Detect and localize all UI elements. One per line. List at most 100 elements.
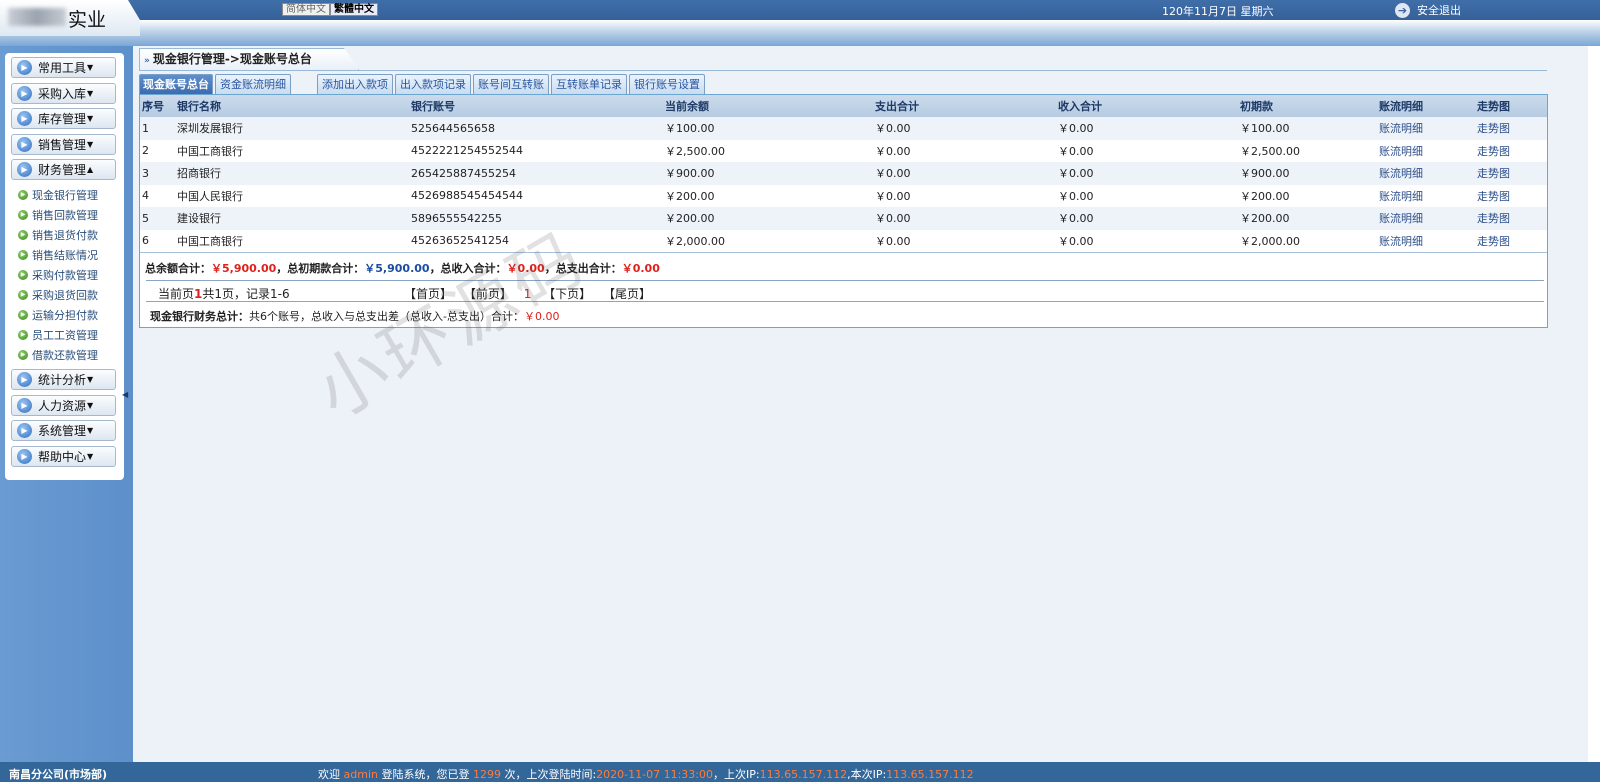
- header-band: [0, 20, 1600, 46]
- cell-account-number: 45263652541254: [409, 229, 663, 252]
- play-icon: ▶: [18, 310, 28, 321]
- table-row: 2 中国工商银行 4522221254552544 ￥2,500.00 ￥0.0…: [140, 139, 1547, 162]
- menu-sales[interactable]: ▶ 销售管理 ▼: [11, 133, 116, 155]
- sidebar: ▶ 常用工具 ▼ ▶ 采购入库 ▼ ▶ 库存管理 ▼ ▶ 销售管理 ▼ ▶ 财务管理 ▲ …: [5, 53, 124, 480]
- summary-value: ￥0.00: [523, 310, 560, 323]
- cell-initial-amount: ￥100.00: [1238, 117, 1377, 140]
- submenu-loans[interactable]: ▶ 借款还款管理: [18, 345, 118, 365]
- submenu-label: 运输分担付款: [32, 309, 98, 323]
- menu-hr[interactable]: ▶ 人力资源 ▼: [11, 394, 116, 416]
- next-page-link[interactable]: 【下页】: [543, 287, 591, 301]
- page-info: 当前页1共1页，记录1-6: [158, 285, 290, 302]
- submenu-purchase-payment[interactable]: ▶ 采购付款管理: [18, 265, 118, 285]
- caret-up-icon: ▲: [87, 165, 94, 174]
- welcome-text: 欢迎: [318, 768, 344, 781]
- play-icon: ▶: [17, 423, 32, 439]
- caret-down-icon: ▼: [87, 88, 94, 98]
- submenu-payroll[interactable]: ▶ 员工工资管理: [18, 325, 118, 345]
- tab-add-entry[interactable]: 添加出入款项: [317, 74, 393, 94]
- submenu-label: 销售结账情况: [32, 248, 98, 262]
- arrow-right-icon: ➔: [1395, 2, 1410, 18]
- trend-chart-link[interactable]: 走势图: [1475, 139, 1547, 162]
- cell-account-number: 525644565658: [409, 117, 663, 140]
- tab-entry-records[interactable]: 出入款项记录: [395, 74, 471, 94]
- trend-chart-link[interactable]: 走势图: [1475, 229, 1547, 252]
- tab-inter-account-transfer[interactable]: 账号间互转账: [473, 74, 549, 94]
- cell-account-number: 4526988545454544: [409, 184, 663, 207]
- menu-system[interactable]: ▶ 系统管理 ▼: [11, 420, 116, 442]
- first-page-link[interactable]: 【首页】: [404, 287, 452, 301]
- cell-bank-name: 建设银行: [175, 207, 409, 230]
- menu-label: 采购入库: [38, 86, 87, 101]
- submenu-sales-refund[interactable]: ▶ 销售退货付款: [18, 225, 118, 245]
- cell-current-balance: ￥2,500.00: [663, 139, 873, 162]
- flow-detail-link[interactable]: 账流明细: [1377, 229, 1475, 252]
- menu-label: 人力资源: [38, 398, 87, 413]
- submenu-sales-settlement[interactable]: ▶ 销售结账情况: [18, 245, 118, 265]
- table-row: 3 招商银行 265425887455254 ￥900.00 ￥0.00 ￥0.…: [140, 162, 1547, 185]
- sidebar-collapse-icon[interactable]: ◀: [122, 390, 128, 399]
- current-ip-label: ,本次IP:: [847, 768, 887, 781]
- play-icon: ▶: [18, 330, 28, 341]
- logout-button[interactable]: ➔ 安全退出: [1395, 2, 1461, 18]
- last-login-label: 次，上次登陆时间:: [500, 768, 597, 781]
- prev-page-link[interactable]: 【前页】: [464, 287, 512, 301]
- flow-detail-link[interactable]: 账流明细: [1377, 184, 1475, 207]
- menu-inventory[interactable]: ▶ 库存管理 ▼: [11, 108, 116, 129]
- submenu-sales-collection[interactable]: ▶ 销售回款管理: [18, 205, 118, 225]
- caret-down-icon: ▼: [87, 426, 94, 436]
- play-icon: ▶: [17, 372, 32, 388]
- trend-chart-link[interactable]: 走势图: [1475, 207, 1547, 230]
- play-icon: ▶: [17, 85, 32, 101]
- tab-transfer-records[interactable]: 互转账单记录: [551, 74, 627, 94]
- trend-chart-link[interactable]: 走势图: [1475, 184, 1547, 207]
- menu-help[interactable]: ▶ 帮助中心 ▼: [11, 445, 116, 467]
- summary-label: 现金银行财务总计：: [150, 310, 249, 323]
- accounts-panel: 序号 银行名称 银行账号 当前余额 支出合计 收入合计 初期款 账流明细 走势图…: [139, 94, 1548, 328]
- cell-account-number: 265425887455254: [409, 162, 663, 185]
- lang-simplified-button[interactable]: 简体中文: [282, 3, 330, 16]
- flow-detail-link[interactable]: 账流明细: [1377, 117, 1475, 140]
- cell-index: 5: [140, 207, 175, 230]
- submenu-purchase-return[interactable]: ▶ 采购退货回款: [18, 285, 118, 305]
- tab-cash-account-overview[interactable]: 现金账号总台: [139, 74, 213, 94]
- caret-down-icon: ▼: [87, 451, 94, 461]
- flow-detail-link[interactable]: 账流明细: [1377, 139, 1475, 162]
- tab-fund-flow-detail[interactable]: 资金账流明细: [215, 74, 291, 94]
- submenu-cash-bank[interactable]: ▶ 现金银行管理: [18, 185, 118, 205]
- submenu-transport-payment[interactable]: ▶ 运输分担付款: [18, 305, 118, 325]
- menu-purchase[interactable]: ▶ 采购入库 ▼: [11, 82, 116, 104]
- lang-traditional-button[interactable]: 繁體中文: [330, 3, 378, 16]
- login-text: 登陆系统，您已登: [377, 768, 473, 781]
- trend-chart-link[interactable]: 走势图: [1475, 117, 1547, 140]
- menu-common-tools[interactable]: ▶ 常用工具 ▼: [11, 57, 116, 78]
- divider: [139, 70, 1547, 71]
- play-icon: ▶: [18, 209, 28, 220]
- last-ip: 113.65.157.112: [759, 768, 848, 781]
- menu-label: 库存管理: [38, 112, 87, 126]
- col-header-account-number: 银行账号: [409, 95, 663, 117]
- menu-finance[interactable]: ▶ 财务管理 ▲: [11, 159, 116, 180]
- total-expense-value: ￥0.00: [621, 262, 660, 275]
- play-icon: ▶: [17, 162, 32, 177]
- page-number-link[interactable]: 1: [524, 287, 532, 301]
- tab-bank-account-settings[interactable]: 银行账号设置: [629, 74, 705, 94]
- cell-bank-name: 招商银行: [175, 162, 409, 185]
- trend-chart-link[interactable]: 走势图: [1475, 162, 1547, 185]
- total-balance-value: ￥5,900.00: [211, 262, 277, 275]
- cell-index: 2: [140, 139, 175, 162]
- menu-statistics[interactable]: ▶ 统计分析 ▼: [11, 369, 116, 391]
- col-header-index: 序号: [140, 95, 175, 117]
- cell-income-total: ￥0.00: [1056, 229, 1238, 252]
- flow-detail-link[interactable]: 账流明细: [1377, 162, 1475, 185]
- login-count: 1299: [472, 768, 501, 781]
- col-header-bank-name: 银行名称: [175, 95, 409, 117]
- flow-detail-link[interactable]: 账流明细: [1377, 207, 1475, 230]
- page-links: 【首页】 【前页】 1 【下页】 【尾页】: [404, 285, 659, 302]
- summary-text: 共6个账号，总收入与总支出差（总收入-总支出）合计：: [249, 310, 524, 323]
- last-page-link[interactable]: 【尾页】: [603, 287, 651, 301]
- cell-current-balance: ￥2,000.00: [663, 229, 873, 252]
- submenu-label: 员工工资管理: [32, 329, 98, 343]
- cell-index: 6: [140, 229, 175, 252]
- cell-bank-name: 中国工商银行: [175, 229, 409, 252]
